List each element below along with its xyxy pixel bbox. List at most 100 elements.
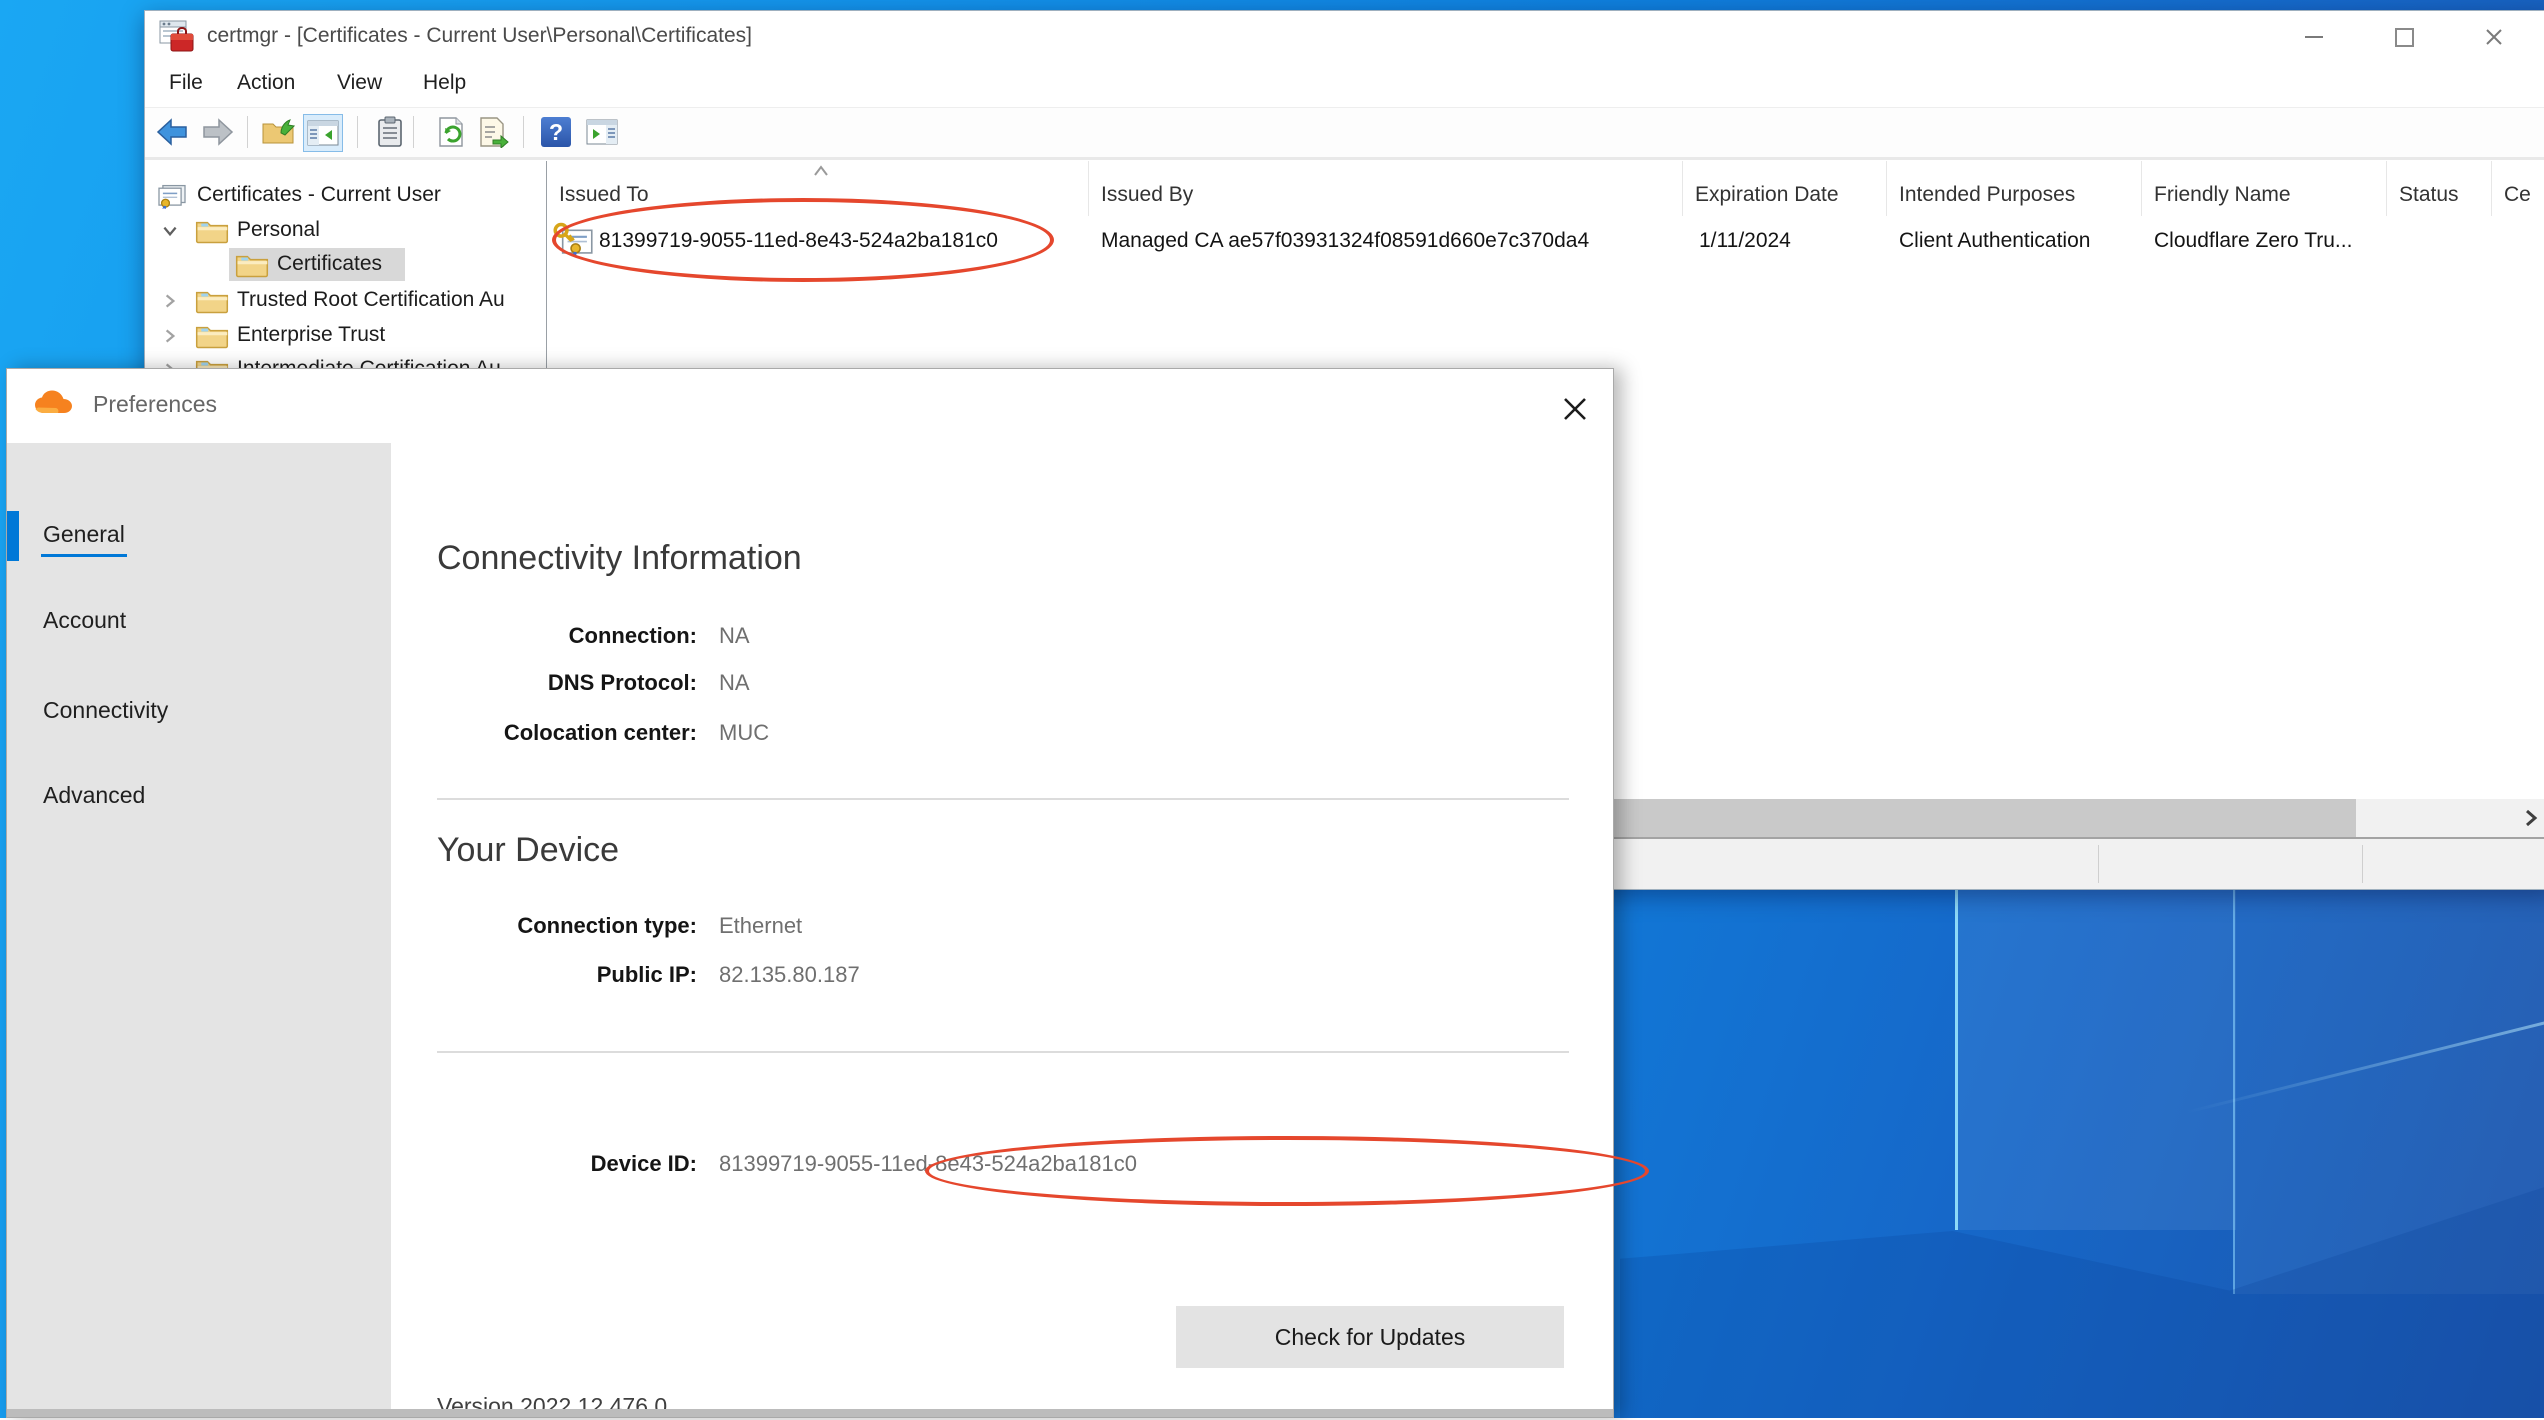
certificates-store-icon [155,183,189,209]
check-for-updates-button[interactable]: Check for Updates [1176,1306,1564,1368]
export-list-icon [479,116,509,148]
device-id-label: Device ID: [391,1151,697,1177]
certmgr-toolbar: ? [145,108,2544,160]
column-intended-purposes[interactable]: Intended Purposes [1887,161,2142,216]
scroll-right-button[interactable] [2511,805,2544,831]
dialog-close-button[interactable] [1555,389,1595,429]
tree-item-label: Enterprise Trust [237,323,385,347]
dns-protocol-label: DNS Protocol: [391,670,697,696]
connection-label: Connection: [391,623,697,649]
preferences-dialog: Preferences General Account Connectivity… [6,368,1614,1418]
column-friendly-name[interactable]: Friendly Name [2142,161,2387,216]
maximize-button[interactable] [2367,11,2441,63]
properties-icon [377,116,403,148]
close-button[interactable] [2457,11,2531,63]
refresh-button[interactable] [433,114,471,150]
toolbar-separator [413,116,414,148]
cell-issued-by: Managed CA ae57f03931324f08591d660e7c370… [1101,229,1589,253]
chevron-down-icon[interactable] [161,222,179,240]
action-pane-button[interactable] [583,114,621,150]
list-header: Issued To Issued By Expiration Date Inte… [547,161,2544,217]
help-button[interactable]: ? [537,114,575,150]
show-console-tree-button[interactable] [303,114,343,152]
tree-item-enterprise-trust[interactable]: Enterprise Trust [145,319,546,353]
action-pane-icon [585,118,619,146]
connection-type-label: Connection type: [391,913,697,939]
cell-issued-to: 81399719-9055-11ed-8e43-524a2ba181c0 [599,229,998,253]
cloudflare-logo-icon [31,389,83,419]
close-icon [1560,394,1590,424]
colocation-value: MUC [719,720,769,746]
column-issued-by[interactable]: Issued By [1089,161,1683,216]
tree-item-personal[interactable]: Personal [145,214,546,248]
folder-icon [235,252,269,278]
minimize-icon [2305,36,2323,38]
tree-item-label: Trusted Root Certification Au [237,288,505,312]
dialog-title: Preferences [93,391,217,418]
tree-item-label: Certificates - Current User [197,183,441,207]
folder-icon [195,218,229,244]
folder-icon [195,323,229,349]
certmgr-menubar: File Action View Help [145,63,2544,108]
column-expiration-date[interactable]: Expiration Date [1683,161,1887,216]
forward-button[interactable] [199,114,237,150]
section-divider [437,1051,1569,1053]
tree-item-certificates-current-user[interactable]: Certificates - Current User [145,179,546,213]
menu-view[interactable]: View [337,71,382,95]
folder-icon [195,288,229,314]
toolbar-separator [523,116,524,148]
forward-icon [201,118,235,146]
dialog-bottom-edge [7,1409,1613,1417]
menu-action[interactable]: Action [237,71,295,95]
certmgr-titlebar[interactable]: certmgr - [Certificates - Current User\P… [145,11,2544,63]
cell-intended-purposes: Client Authentication [1899,229,2090,253]
certmgr-app-icon [159,20,195,54]
column-issued-to[interactable]: Issued To [547,161,1089,216]
preferences-sidebar: General Account Connectivity Advanced [7,443,391,1409]
close-icon [2484,27,2504,47]
certificate-row[interactable]: 81399719-9055-11ed-8e43-524a2ba181c0 Man… [547,217,2544,269]
public-ip-value: 82.135.80.187 [719,962,860,988]
tree-item-label: Certificates [277,252,382,276]
nav-general[interactable]: General [43,521,125,548]
connection-type-value: Ethernet [719,913,802,939]
nav-connectivity[interactable]: Connectivity [43,697,168,724]
up-one-level-icon [261,117,295,147]
section-divider [437,798,1569,800]
help-icon: ? [541,117,571,147]
properties-button[interactable] [371,114,409,150]
public-ip-label: Public IP: [391,962,697,988]
toolbar-separator [357,116,358,148]
preferences-titlebar[interactable]: Preferences [7,369,1613,443]
tree-item-label: Personal [237,218,320,242]
cell-friendly-name: Cloudflare Zero Tru... [2154,229,2352,253]
up-one-level-button[interactable] [259,114,297,150]
active-nav-indicator [7,511,19,561]
chevron-right-icon[interactable] [161,327,179,345]
status-divider [2362,845,2363,883]
menu-file[interactable]: File [169,71,203,95]
maximize-icon [2395,28,2414,47]
connection-value: NA [719,623,750,649]
chevron-right-icon [2523,808,2539,828]
window-title: certmgr - [Certificates - Current User\P… [207,24,752,48]
nav-account[interactable]: Account [43,607,126,634]
show-console-tree-icon [306,119,340,147]
refresh-icon [437,116,467,148]
preferences-content: Connectivity Information Connection: NA … [391,443,1613,1409]
colocation-label: Colocation center: [391,720,697,746]
cell-expiration-date: 1/11/2024 [1699,229,1791,253]
nav-advanced[interactable]: Advanced [43,782,145,809]
chevron-right-icon[interactable] [161,292,179,310]
tree-item-certificates[interactable]: Certificates [145,248,546,282]
export-list-button[interactable] [475,114,513,150]
certificate-with-key-icon [553,219,595,261]
device-id-value: 81399719-9055-11ed-8e43-524a2ba181c0 [719,1151,1137,1177]
minimize-button[interactable] [2277,11,2351,63]
tree-item-trusted-root[interactable]: Trusted Root Certification Au [145,284,546,318]
back-button[interactable] [153,114,191,150]
your-device-heading: Your Device [437,831,619,870]
column-status[interactable]: Status [2387,161,2492,216]
column-certificate-template[interactable]: Ce [2492,161,2544,216]
menu-help[interactable]: Help [423,71,466,95]
